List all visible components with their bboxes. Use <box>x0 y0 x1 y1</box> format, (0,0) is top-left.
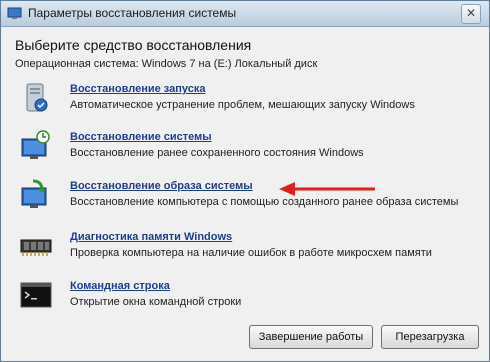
tool-startup-repair: Восстановление запуска Автоматическое ус… <box>19 81 479 121</box>
window-title: Параметры восстановления системы <box>28 6 237 20</box>
recovery-options-window: Параметры восстановления системы ✕ Выбер… <box>0 0 490 362</box>
red-arrow-annotation <box>279 182 375 196</box>
shutdown-button[interactable]: Завершение работы <box>249 325 373 349</box>
command-prompt-icon <box>20 282 52 308</box>
system-image-recovery-icon <box>21 179 47 208</box>
tool-system-restore: Восстановление системы Восстановление ра… <box>19 129 479 169</box>
tool-memory-diagnostic: Диагностика памяти Windows Проверка комп… <box>19 229 479 269</box>
system-recovery-icon <box>7 7 22 19</box>
memory-diagnostic-link[interactable]: Диагностика памяти Windows <box>70 231 232 243</box>
tool-system-image-recovery: Восстановление образа системы Восстановл… <box>19 178 479 218</box>
title-bar: Параметры восстановления системы ✕ <box>1 1 489 27</box>
system-image-recovery-description: Восстановление компьютера с помощью созд… <box>70 196 459 208</box>
command-prompt-link[interactable]: Командная строка <box>70 280 170 292</box>
system-restore-icon <box>21 130 50 159</box>
system-image-recovery-link[interactable]: Восстановление образа системы <box>70 180 253 192</box>
os-info: Операционная система: Windows 7 на (E:) … <box>15 58 318 70</box>
startup-repair-icon <box>26 83 48 112</box>
command-prompt-description: Открытие окна командной строки <box>70 296 242 308</box>
tool-command-prompt: Командная строка Открытие окна командной… <box>19 278 479 318</box>
memory-diagnostic-icon <box>20 239 52 256</box>
system-restore-description: Восстановление ранее сохраненного состоя… <box>70 147 364 159</box>
close-button[interactable]: ✕ <box>461 4 481 24</box>
startup-repair-description: Автоматическое устранение проблем, мешаю… <box>70 99 415 111</box>
page-heading: Выберите средство восстановления <box>15 37 252 53</box>
memory-diagnostic-description: Проверка компьютера на наличие ошибок в … <box>70 247 432 259</box>
startup-repair-link[interactable]: Восстановление запуска <box>70 83 205 95</box>
system-restore-link[interactable]: Восстановление системы <box>70 131 212 143</box>
restart-button[interactable]: Перезагрузка <box>381 325 479 349</box>
